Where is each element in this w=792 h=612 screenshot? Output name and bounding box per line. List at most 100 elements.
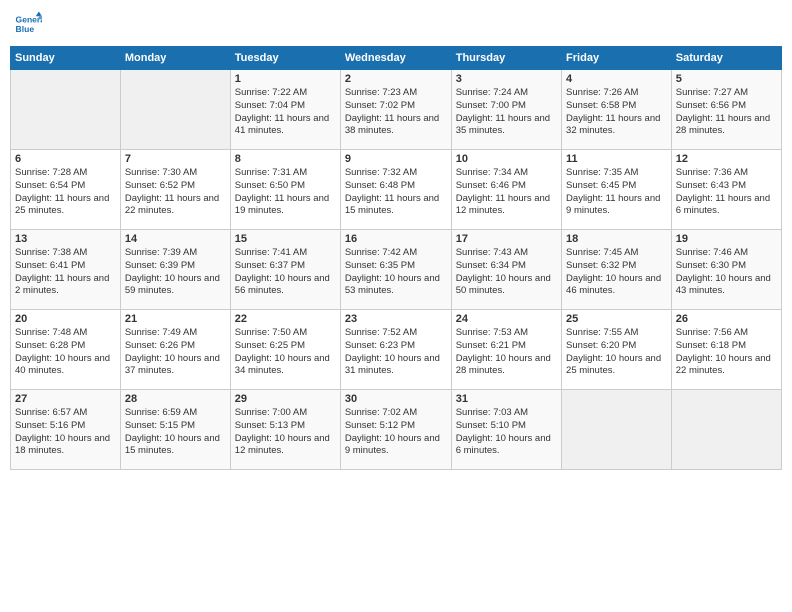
day-header-friday: Friday [562,47,672,70]
day-number: 19 [676,233,777,245]
day-number: 12 [676,153,777,165]
calendar-cell: 13 Sunrise: 7:38 AM Sunset: 6:41 PM Dayli… [11,230,121,310]
calendar-cell: 7Sunrise: 7:30 AM Sunset: 6:52 PM Daylig… [120,150,230,230]
page-header: General Blue [10,10,782,38]
cell-info: Sunrise: 7:39 AM Sunset: 6:39 PM Dayligh… [125,247,226,298]
cell-info: Sunrise: 7:03 AM Sunset: 5:10 PM Dayligh… [456,407,557,458]
cell-info: Sunrise: 7:49 AM Sunset: 6:26 PM Dayligh… [125,327,226,378]
cell-info: Sunrise: 7:38 AM Sunset: 6:41 PM Dayligh… [15,247,116,298]
cell-info: Sunrise: 7:31 AM Sunset: 6:50 PM Dayligh… [235,167,336,218]
cell-info: Sunrise: 7:00 AM Sunset: 5:13 PM Dayligh… [235,407,336,458]
header-row: SundayMondayTuesdayWednesdayThursdayFrid… [11,47,782,70]
cell-info: Sunrise: 7:50 AM Sunset: 6:25 PM Dayligh… [235,327,336,378]
cell-info: Sunrise: 7:28 AM Sunset: 6:54 PM Dayligh… [15,167,116,218]
day-number: 30 [345,393,447,405]
cell-info: Sunrise: 6:57 AM Sunset: 5:16 PM Dayligh… [15,407,116,458]
cell-info: Sunrise: 7:36 AM Sunset: 6:43 PM Dayligh… [676,167,777,218]
day-number: 16 [345,233,447,245]
day-number: 28 [125,393,226,405]
day-number: 14 [125,233,226,245]
logo-icon: General Blue [14,10,42,38]
day-number: 27 [15,393,116,405]
calendar-cell: 30 Sunrise: 7:02 AM Sunset: 5:12 PM Dayli… [340,390,451,470]
calendar-cell: 8Sunrise: 7:31 AM Sunset: 6:50 PM Daylig… [230,150,340,230]
cell-info: Sunrise: 7:56 AM Sunset: 6:18 PM Dayligh… [676,327,777,378]
calendar-cell: 27 Sunrise: 6:57 AM Sunset: 5:16 PM Dayli… [11,390,121,470]
calendar-cell [11,70,121,150]
cell-info: Sunrise: 7:32 AM Sunset: 6:48 PM Dayligh… [345,167,447,218]
calendar-cell: 12 Sunrise: 7:36 AM Sunset: 6:43 PM Dayli… [671,150,781,230]
svg-text:Blue: Blue [16,24,35,34]
cell-info: Sunrise: 7:30 AM Sunset: 6:52 PM Dayligh… [125,167,226,218]
cell-info: Sunrise: 7:23 AM Sunset: 7:02 PM Dayligh… [345,87,447,138]
day-number: 6 [15,153,116,165]
cell-info: Sunrise: 7:26 AM Sunset: 6:58 PM Dayligh… [566,87,667,138]
day-number: 1 [235,73,336,85]
calendar-cell: 17 Sunrise: 7:43 AM Sunset: 6:34 PM Dayli… [451,230,561,310]
cell-info: Sunrise: 7:34 AM Sunset: 6:46 PM Dayligh… [456,167,557,218]
calendar-cell: 19 Sunrise: 7:46 AM Sunset: 6:30 PM Dayli… [671,230,781,310]
cell-info: Sunrise: 7:52 AM Sunset: 6:23 PM Dayligh… [345,327,447,378]
cell-info: Sunrise: 7:46 AM Sunset: 6:30 PM Dayligh… [676,247,777,298]
calendar-cell: 24Sunrise: 7:53 AM Sunset: 6:21 PM Dayli… [451,310,561,390]
day-number: 3 [456,73,557,85]
cell-info: Sunrise: 7:35 AM Sunset: 6:45 PM Dayligh… [566,167,667,218]
day-header-saturday: Saturday [671,47,781,70]
calendar-cell: 25 Sunrise: 7:55 AM Sunset: 6:20 PM Dayli… [562,310,672,390]
calendar-cell: 20 Sunrise: 7:48 AM Sunset: 6:28 PM Dayli… [11,310,121,390]
day-header-sunday: Sunday [11,47,121,70]
cell-info: Sunrise: 7:45 AM Sunset: 6:32 PM Dayligh… [566,247,667,298]
day-number: 13 [15,233,116,245]
day-number: 31 [456,393,557,405]
day-number: 20 [15,313,116,325]
cell-info: Sunrise: 7:27 AM Sunset: 6:56 PM Dayligh… [676,87,777,138]
week-row-5: 27 Sunrise: 6:57 AM Sunset: 5:16 PM Dayli… [11,390,782,470]
week-row-3: 13 Sunrise: 7:38 AM Sunset: 6:41 PM Dayli… [11,230,782,310]
cell-info: Sunrise: 7:43 AM Sunset: 6:34 PM Dayligh… [456,247,557,298]
calendar-cell: 6 Sunrise: 7:28 AM Sunset: 6:54 PM Daylig… [11,150,121,230]
calendar-cell: 29Sunrise: 7:00 AM Sunset: 5:13 PM Dayli… [230,390,340,470]
calendar-cell: 14 Sunrise: 7:39 AM Sunset: 6:39 PM Dayli… [120,230,230,310]
cell-info: Sunrise: 7:55 AM Sunset: 6:20 PM Dayligh… [566,327,667,378]
week-row-2: 6 Sunrise: 7:28 AM Sunset: 6:54 PM Daylig… [11,150,782,230]
day-header-thursday: Thursday [451,47,561,70]
day-number: 5 [676,73,777,85]
calendar-table: SundayMondayTuesdayWednesdayThursdayFrid… [10,46,782,470]
day-number: 2 [345,73,447,85]
day-header-tuesday: Tuesday [230,47,340,70]
cell-info: Sunrise: 6:59 AM Sunset: 5:15 PM Dayligh… [125,407,226,458]
cell-info: Sunrise: 7:53 AM Sunset: 6:21 PM Dayligh… [456,327,557,378]
week-row-1: 1 Sunrise: 7:22 AM Sunset: 7:04 PM Daylig… [11,70,782,150]
day-number: 21 [125,313,226,325]
calendar-cell [671,390,781,470]
day-number: 18 [566,233,667,245]
cell-info: Sunrise: 7:41 AM Sunset: 6:37 PM Dayligh… [235,247,336,298]
calendar-cell: 31 Sunrise: 7:03 AM Sunset: 5:10 PM Dayli… [451,390,561,470]
calendar-cell: 2 Sunrise: 7:23 AM Sunset: 7:02 PM Daylig… [340,70,451,150]
calendar-cell [120,70,230,150]
day-number: 9 [345,153,447,165]
day-number: 15 [235,233,336,245]
calendar-cell: 15 Sunrise: 7:41 AM Sunset: 6:37 PM Dayli… [230,230,340,310]
day-header-wednesday: Wednesday [340,47,451,70]
cell-info: Sunrise: 7:42 AM Sunset: 6:35 PM Dayligh… [345,247,447,298]
cell-info: Sunrise: 7:24 AM Sunset: 7:00 PM Dayligh… [456,87,557,138]
day-number: 4 [566,73,667,85]
cell-info: Sunrise: 7:22 AM Sunset: 7:04 PM Dayligh… [235,87,336,138]
day-number: 17 [456,233,557,245]
cell-info: Sunrise: 7:02 AM Sunset: 5:12 PM Dayligh… [345,407,447,458]
calendar-cell: 18 Sunrise: 7:45 AM Sunset: 6:32 PM Dayli… [562,230,672,310]
day-number: 25 [566,313,667,325]
calendar-cell: 26Sunrise: 7:56 AM Sunset: 6:18 PM Dayli… [671,310,781,390]
calendar-cell [562,390,672,470]
calendar-cell: 5 Sunrise: 7:27 AM Sunset: 6:56 PM Daylig… [671,70,781,150]
logo: General Blue [14,10,42,38]
calendar-cell: 9 Sunrise: 7:32 AM Sunset: 6:48 PM Daylig… [340,150,451,230]
calendar-cell: 3 Sunrise: 7:24 AM Sunset: 7:00 PM Daylig… [451,70,561,150]
calendar-cell: 22Sunrise: 7:50 AM Sunset: 6:25 PM Dayli… [230,310,340,390]
week-row-4: 20 Sunrise: 7:48 AM Sunset: 6:28 PM Dayli… [11,310,782,390]
calendar-cell: 11 Sunrise: 7:35 AM Sunset: 6:45 PM Dayli… [562,150,672,230]
cell-info: Sunrise: 7:48 AM Sunset: 6:28 PM Dayligh… [15,327,116,378]
day-number: 11 [566,153,667,165]
calendar-cell: 23Sunrise: 7:52 AM Sunset: 6:23 PM Dayli… [340,310,451,390]
